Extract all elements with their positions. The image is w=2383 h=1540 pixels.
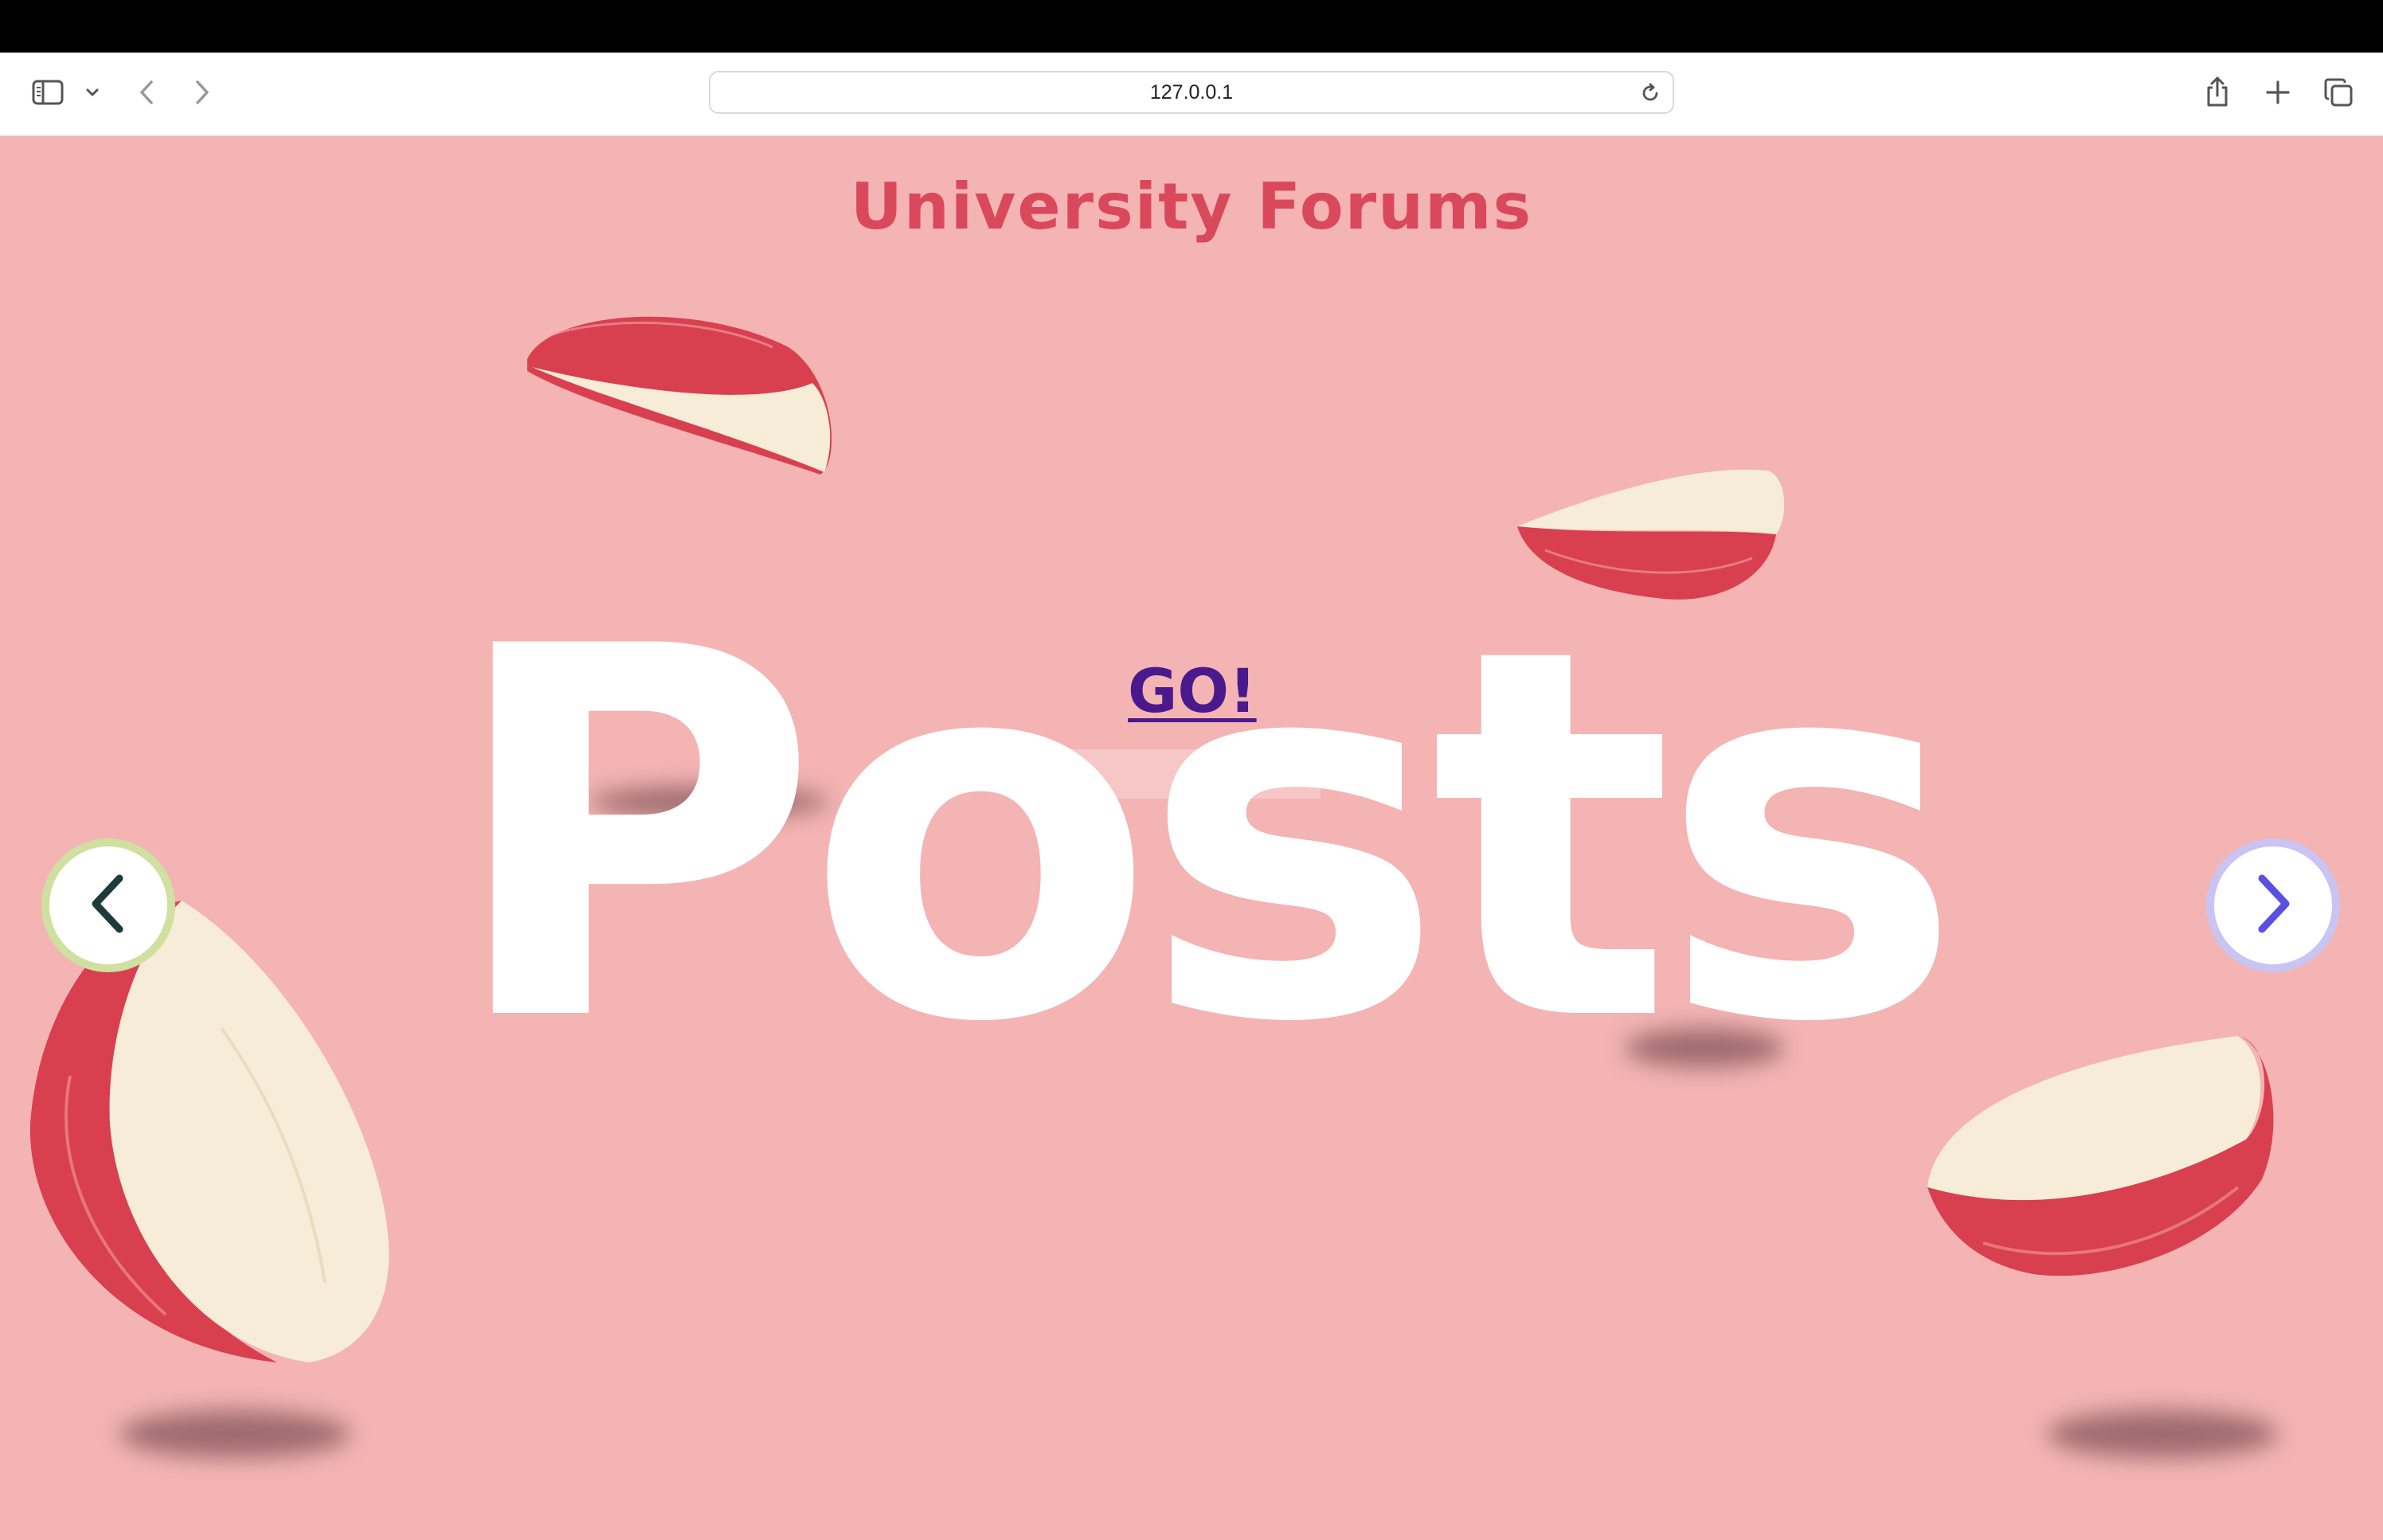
slice-shadow: [119, 1410, 350, 1458]
reload-button[interactable]: [1639, 82, 1661, 107]
tabs-overview-icon: [2323, 77, 2354, 107]
address-bar[interactable]: 127.0.0.1: [709, 71, 1674, 114]
forward-button[interactable]: [188, 76, 217, 108]
address-url: 127.0.0.1: [1149, 80, 1234, 104]
page-title: University Forums: [850, 170, 1533, 244]
back-arrow-icon: [138, 79, 155, 106]
apple-slice-image: [527, 316, 832, 475]
chevron-down-icon: [85, 88, 100, 97]
new-tab-button[interactable]: [2262, 76, 2294, 108]
system-top-bar: [0, 0, 2383, 53]
share-button[interactable]: [2203, 73, 2232, 110]
sidebar-dropdown-button[interactable]: [83, 83, 102, 102]
chevron-right-icon: [2249, 872, 2297, 939]
slice-shadow: [2047, 1410, 2278, 1458]
apple-slice-image: [1927, 1036, 2274, 1276]
browser-toolbar: 127.0.0.1: [0, 53, 2383, 136]
apple-slice-image: [1517, 469, 1785, 600]
share-icon: [2205, 75, 2230, 108]
reload-icon: [1639, 83, 1661, 107]
sidebar-icon: [32, 80, 64, 105]
chevron-left-icon: [84, 872, 132, 939]
page-content: University Forums Posts GO!: [0, 136, 2383, 1540]
carousel-next-button[interactable]: [2206, 838, 2340, 972]
carousel-prev-button[interactable]: [41, 838, 175, 972]
sidebar-toggle-button[interactable]: [30, 76, 65, 108]
plus-icon: [2265, 80, 2291, 105]
tab-overview-button[interactable]: [2321, 75, 2356, 110]
go-link[interactable]: GO!: [1128, 655, 1257, 726]
hero-overlay-box: [1061, 749, 1321, 799]
back-button[interactable]: [132, 76, 161, 108]
forward-arrow-icon: [194, 79, 211, 106]
